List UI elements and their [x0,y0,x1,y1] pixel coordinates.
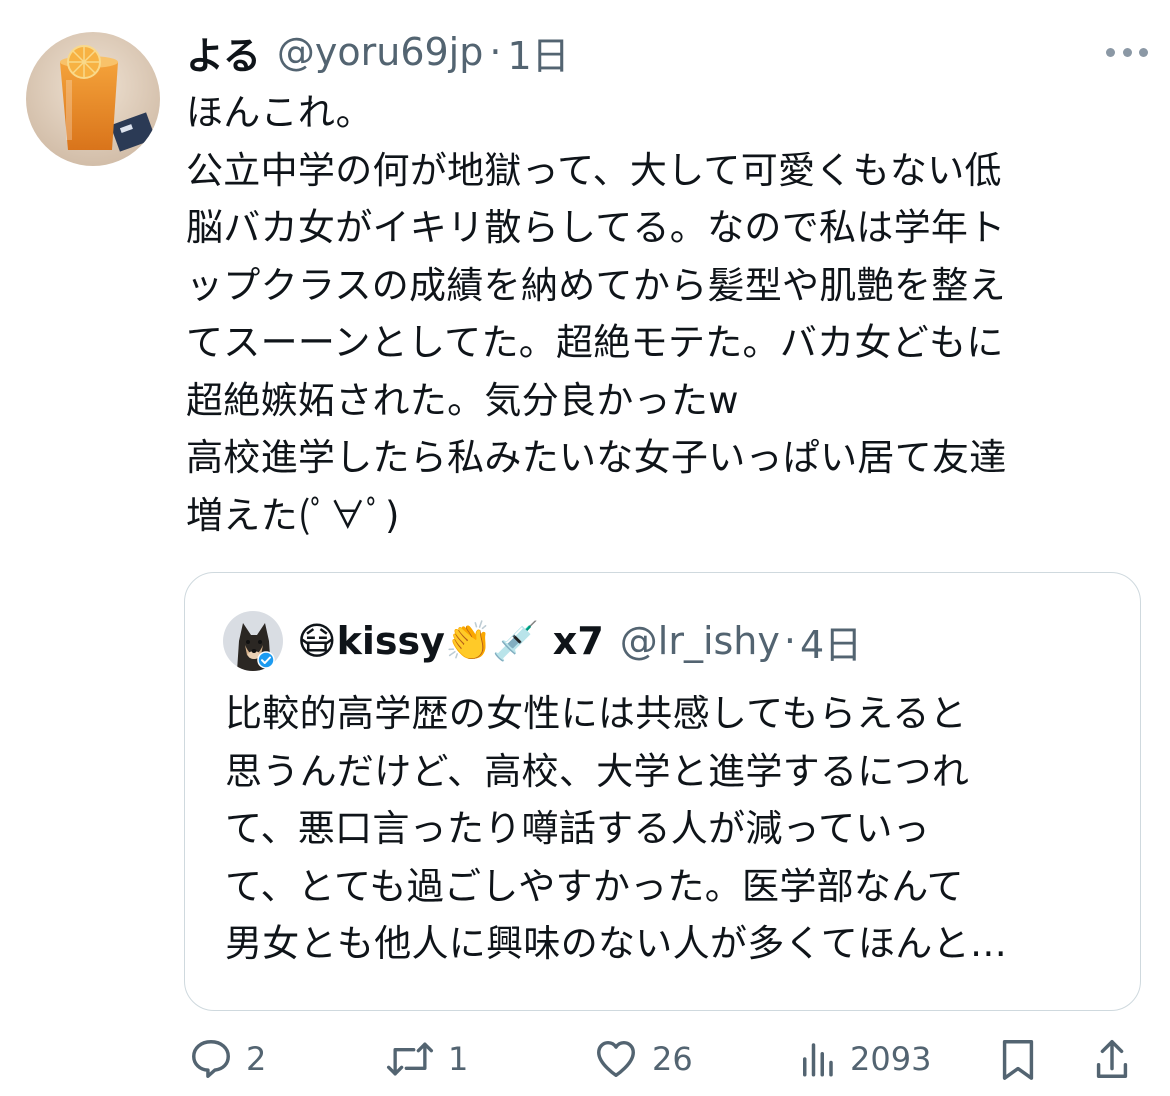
dot [1122,47,1132,57]
views-chart-icon [803,1043,833,1077]
author-display-name[interactable]: よる [186,25,261,80]
quoted-author-display-name[interactable]: 😷 kissy 👏💉 x7 [297,619,604,664]
more-dots-icon[interactable] [1106,40,1148,64]
views-button[interactable]: 2093 [796,1036,931,1082]
tweet-time[interactable]: 1日 [507,25,569,80]
clap-syringe-emoji: 👏💉 [444,618,540,663]
reply-count: 2 [246,1040,267,1078]
verified-badge-icon [257,651,275,669]
quoted-author-avatar[interactable] [223,611,283,671]
author-handle[interactable]: @yoru69jp [277,30,483,74]
reply-icon [192,1040,230,1078]
retweet-icon [386,1042,434,1076]
views-count: 2093 [850,1040,932,1078]
orange-juice-photo [26,32,160,166]
tweet-header: よる @yoru69jp · 1日 [186,26,570,78]
retweet-button[interactable]: 1 [384,1036,468,1082]
quoted-author-handle[interactable]: @lr_ishy [620,619,780,663]
tweet-action-bar: 2 1 26 2093 [188,1036,1148,1096]
bookmark-button[interactable] [998,1036,1038,1082]
share-button[interactable] [1092,1036,1132,1082]
quoted-author-name-suffix: x7 [539,619,604,663]
mask-face-emoji: 😷 [297,619,337,663]
share-icon [1096,1040,1128,1078]
dot [1106,47,1115,57]
quoted-tweet-header: 😷 kissy 👏💉 x7 @lr_ishy · 4日 [297,615,862,667]
like-button[interactable]: 26 [592,1036,693,1082]
header-separator: · [489,30,502,74]
quoted-tweet-card[interactable]: 😷 kissy 👏💉 x7 @lr_ishy · 4日 比較的高学歴の女性には共… [184,572,1141,1011]
dot [1139,47,1148,57]
quoted-tweet-time[interactable]: 4日 [800,614,862,669]
bookmark-icon [1002,1040,1034,1080]
retweet-count: 1 [448,1040,469,1078]
quoted-header-separator: · [783,619,796,663]
quoted-author-name-main: kissy [336,619,445,663]
reply-button[interactable]: 2 [188,1036,266,1082]
tweet-text: ほんこれ。 公立中学の何が地獄って、大して可愛くもない低 脳バカ女がイキリ散らし… [186,91,1007,537]
quoted-tweet-text: 比較的高学歴の女性には共感してもらえると 思うんだけど、高校、大学と進学するにつ… [225,692,1008,965]
like-count: 26 [652,1040,693,1078]
heart-icon [597,1040,635,1078]
author-avatar[interactable] [26,32,160,166]
